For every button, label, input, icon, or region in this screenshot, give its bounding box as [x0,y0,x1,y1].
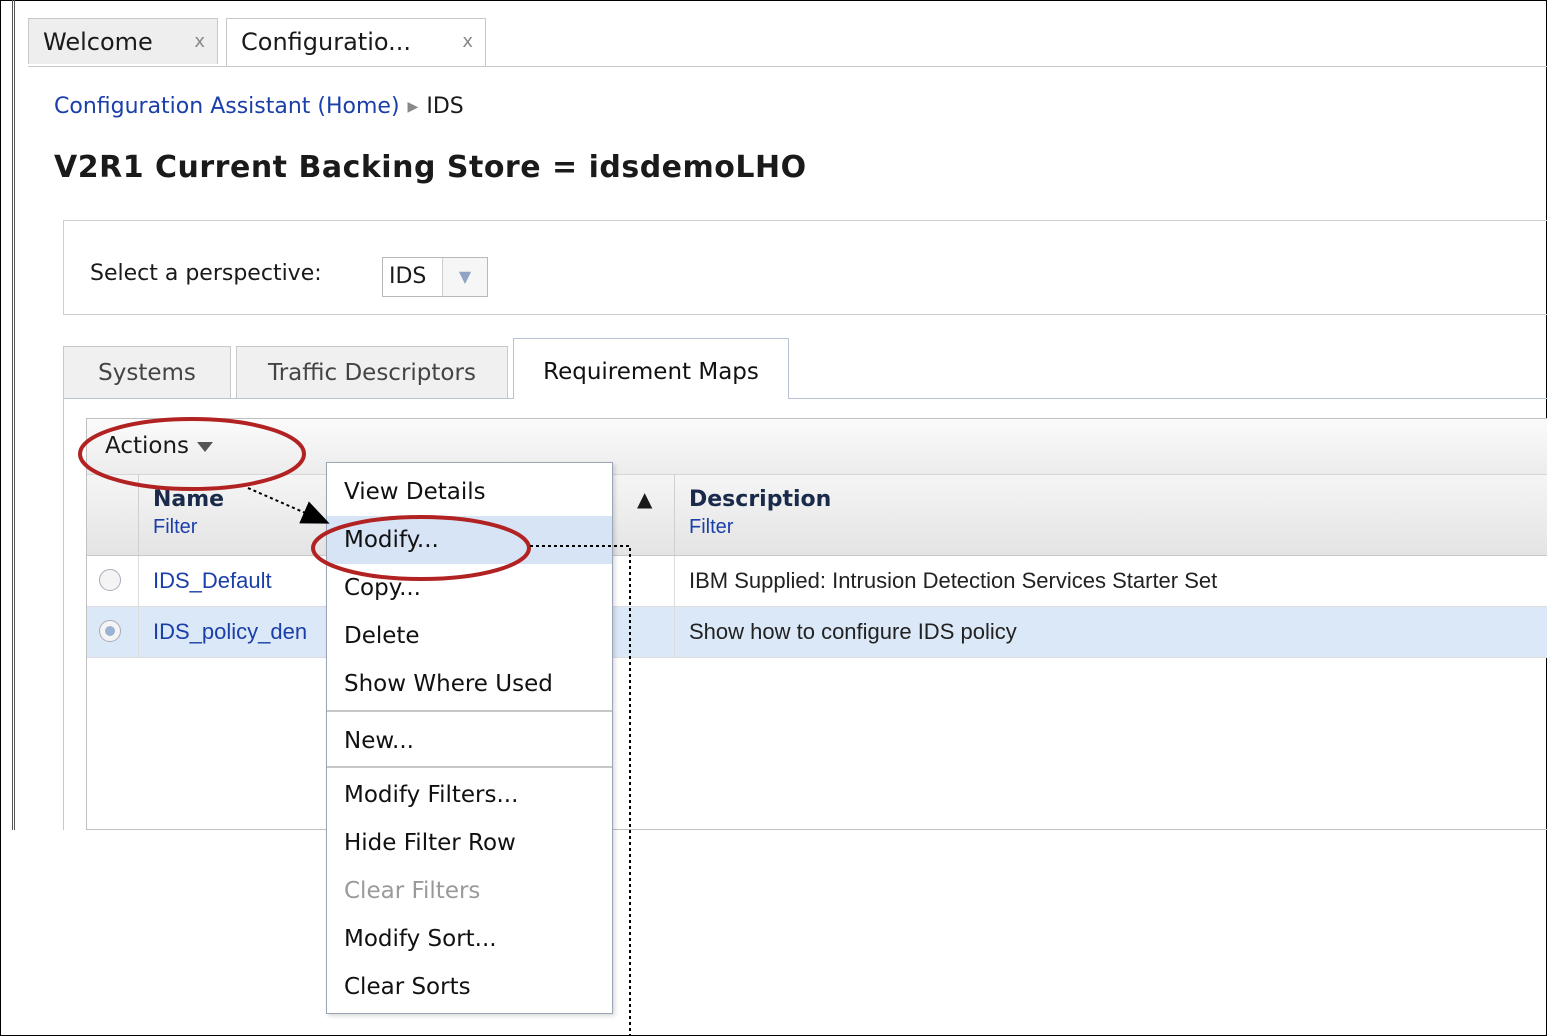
annotation-overlay [78,417,631,1036]
modify-annotation-ring [311,515,531,581]
annotation-arrow [247,487,330,524]
annotation-leader-line [530,545,631,1036]
actions-annotation-ring [78,417,306,491]
